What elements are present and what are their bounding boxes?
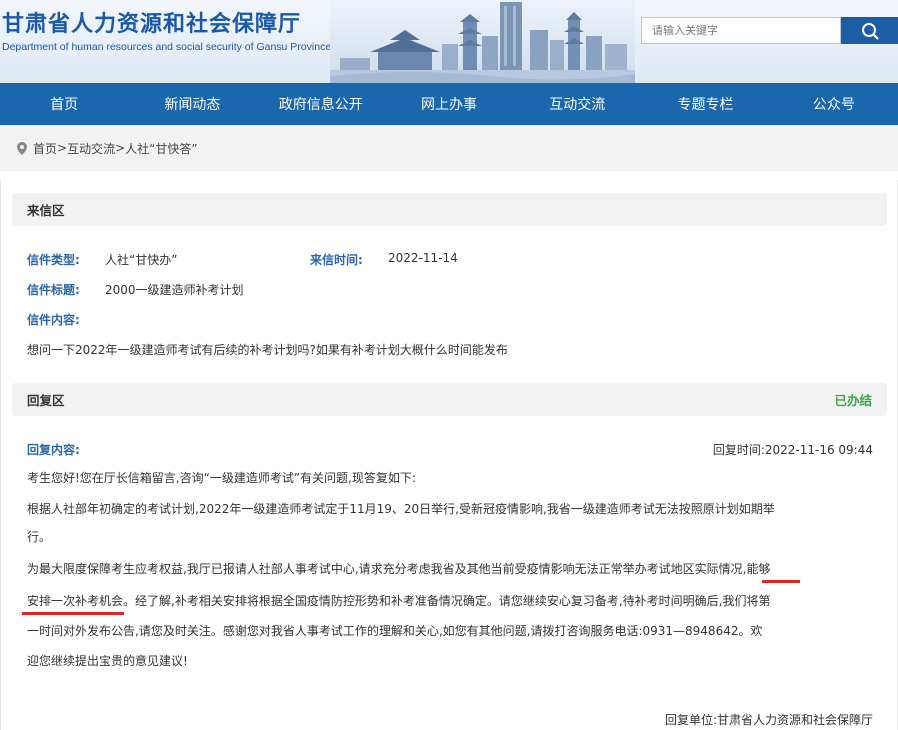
breadcrumb-current: 人社“甘快答” bbox=[125, 141, 198, 156]
letter-title-label: 信件标题: bbox=[27, 283, 80, 297]
nav-item-interaction[interactable]: 互动交流 bbox=[513, 83, 641, 125]
reply-line-plan-cont: 行。 bbox=[27, 530, 52, 544]
site-title[interactable]: 甘肃省人力资源和社会保障厅 bbox=[2, 6, 301, 38]
reply-content-label: 回复内容: bbox=[27, 443, 80, 457]
letter-time-label: 来信时间: bbox=[310, 253, 363, 267]
search-input[interactable] bbox=[641, 17, 841, 44]
reply-line-makeup-2: 安排一次补考机会。经了解,补考相关安排将根据全国疫情防控形势和补考准备情况确定。… bbox=[27, 594, 771, 608]
reply-line-makeup-4: 迎您继续提出宝贵的意见建议! bbox=[27, 654, 188, 668]
skyline-banner-image bbox=[330, 0, 635, 83]
reply-line-makeup-1: 为最大限度保障考生应考权益,我厅已报请人社部人事考试中心,请求充分考虑我省及其他… bbox=[27, 562, 771, 576]
reply-line-plan: 根据人社部年初确定的考试计划,2022年一级建造师考试定于11月19、20日举行… bbox=[27, 502, 775, 516]
breadcrumb-separator: > bbox=[57, 141, 68, 155]
letter-content-label: 信件内容: bbox=[27, 313, 80, 327]
highlight-underline bbox=[22, 612, 124, 615]
reply-section-header: 回复区 已办结 bbox=[12, 383, 887, 416]
nav-item-wechat[interactable]: 公众号 bbox=[770, 83, 898, 125]
letter-type-label: 信件类型: bbox=[27, 253, 80, 267]
breadcrumb-home-link[interactable]: 首页 bbox=[33, 140, 57, 157]
highlight-underline bbox=[762, 580, 800, 583]
reply-section-title: 回复区 bbox=[27, 393, 65, 408]
letter-type-value: 人社“甘快办” bbox=[105, 253, 178, 267]
search-icon bbox=[861, 22, 878, 39]
search-button[interactable] bbox=[841, 17, 898, 44]
letter-section-title: 来信区 bbox=[27, 203, 65, 218]
main-nav: 首页 新闻动态 政府信息公开 网上办事 互动交流 专题专栏 公众号 bbox=[0, 83, 898, 125]
letter-time-value: 2022-11-14 bbox=[388, 251, 458, 265]
nav-item-topics[interactable]: 专题专栏 bbox=[641, 83, 769, 125]
nav-item-online-service[interactable]: 网上办事 bbox=[385, 83, 513, 125]
site-header: 甘肃省人力资源和社会保障厅 Department of human resour… bbox=[0, 0, 898, 83]
letter-content-text: 想问一下2022年一级建造师考试有后续的补考计划吗?如果有补考计划大概什么时间能… bbox=[27, 343, 508, 357]
nav-item-gov-info[interactable]: 政府信息公开 bbox=[257, 83, 385, 125]
reply-line-makeup-3: 一时间对外发布公告,请您及时关注。感谢您对我省人事考试工作的理解和关心,如您有其… bbox=[27, 624, 763, 638]
letter-title-value: 2000一级建造师补考计划 bbox=[105, 283, 244, 297]
breadcrumb: 首页 > 互动交流 > 人社“甘快答” bbox=[0, 125, 898, 171]
letter-section-header: 来信区 bbox=[12, 193, 887, 226]
nav-item-news[interactable]: 新闻动态 bbox=[128, 83, 256, 125]
breadcrumb-interaction-link[interactable]: 互动交流 bbox=[67, 140, 115, 157]
reply-time: 回复时间:2022-11-16 09:44 bbox=[712, 443, 873, 457]
location-pin-icon bbox=[17, 141, 27, 155]
status-badge: 已办结 bbox=[834, 393, 872, 408]
reply-line-greeting: 考生您好!您在厅长信箱留言,咨询“一级建造师考试”有关问题,现答复如下: bbox=[27, 471, 416, 485]
reply-unit: 回复单位:甘肃省人力资源和社会保障厅 bbox=[664, 713, 873, 727]
site-subtitle: Department of human resources and social… bbox=[2, 41, 332, 53]
breadcrumb-separator: > bbox=[115, 141, 126, 155]
nav-item-home[interactable]: 首页 bbox=[0, 83, 128, 125]
